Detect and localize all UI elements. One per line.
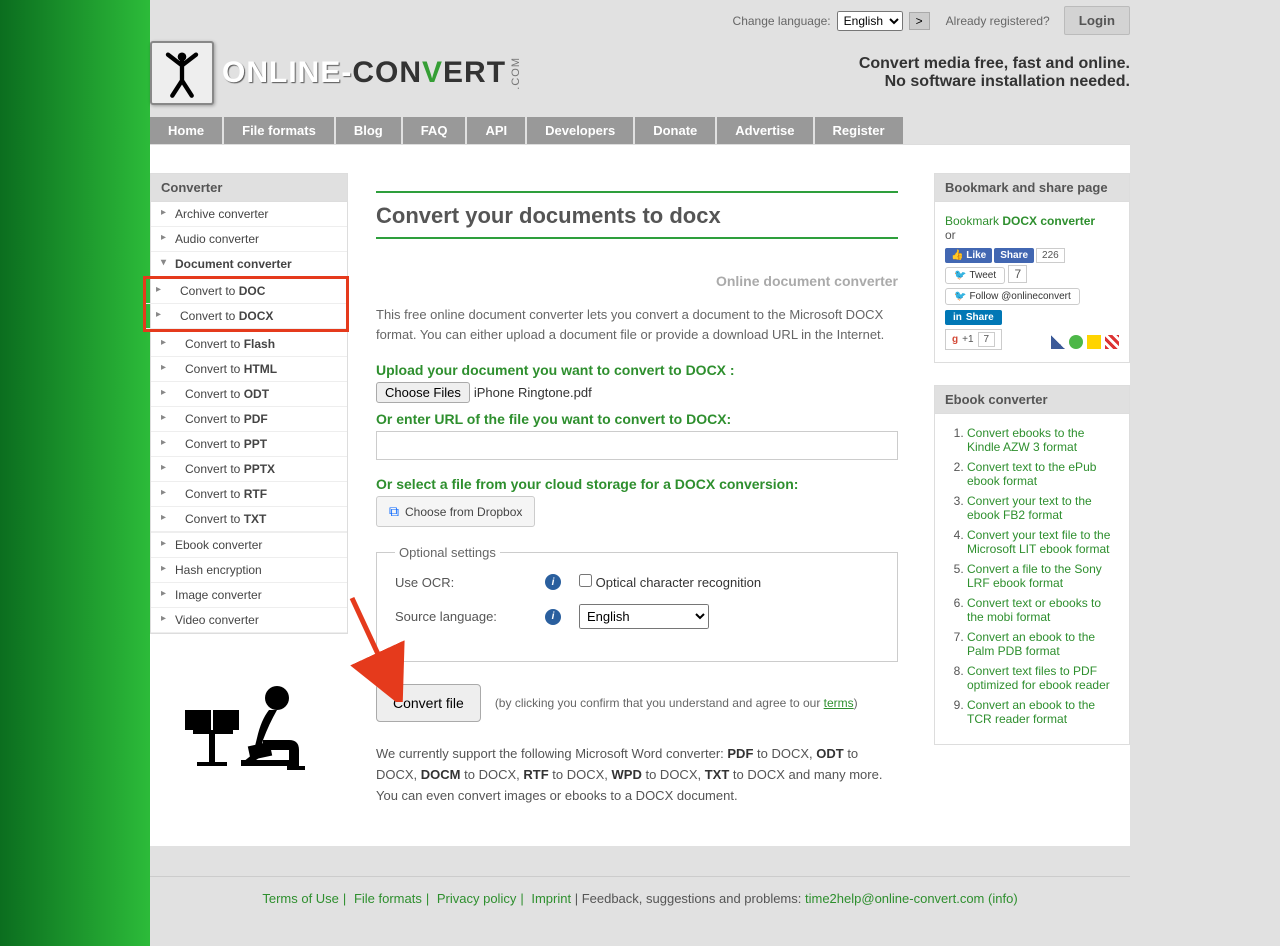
delicious-icon[interactable] [1051,335,1065,349]
nav-donate[interactable]: Donate [635,117,715,144]
terms-link[interactable]: terms [824,696,854,710]
nav-register[interactable]: Register [815,117,903,144]
convert-to-pptx[interactable]: Convert to PPTX [151,457,347,481]
dropbox-icon: ⧉ [389,503,399,520]
top-bar: Change language: English > Already regis… [150,0,1130,37]
main-nav: Home File formats Blog FAQ API Developer… [150,117,1130,144]
info-icon[interactable]: i [545,609,561,625]
convert-to-html[interactable]: Convert to HTML [151,357,347,381]
convert-to-pdf[interactable]: Convert to PDF [151,407,347,431]
login-button[interactable]: Login [1064,6,1130,35]
sidebar-item-ebook[interactable]: Ebook converter [151,533,347,557]
header-row: ONLINE-CONVERT .COM Convert media free, … [150,37,1130,117]
convert-to-odt[interactable]: Convert to ODT [151,382,347,406]
dropbox-button[interactable]: ⧉ Choose from Dropbox [376,496,535,527]
ebook-link[interactable]: Convert your text to the ebook FB2 forma… [967,494,1092,522]
optional-legend: Optional settings [395,545,500,560]
sidebar-item-hash[interactable]: Hash encryption [151,558,347,582]
upload-label: Upload your document you want to convert… [376,362,898,378]
ebook-converter-list: Convert ebooks to the Kindle AZW 3 forma… [945,426,1119,726]
choose-files-button[interactable]: Choose Files [376,382,470,403]
change-language-label: Change language: [733,14,831,28]
footer-terms[interactable]: Terms of Use [262,891,339,906]
nav-api[interactable]: API [467,117,525,144]
ebook-link[interactable]: Convert a file to the Sony LRF ebook for… [967,562,1102,590]
ebook-converter-title: Ebook converter [935,386,1129,414]
tagline: Convert media free, fast and online. No … [859,55,1130,91]
ebook-link[interactable]: Convert your text file to the Microsoft … [967,528,1110,556]
convert-to-doc[interactable]: Convert to DOC [146,279,346,303]
selected-filename: iPhone Ringtone.pdf [474,385,592,400]
footer-formats[interactable]: File formats [354,891,422,906]
source-language-select[interactable]: English [579,604,709,629]
convert-to-rtf[interactable]: Convert to RTF [151,482,347,506]
language-go-button[interactable]: > [909,12,930,30]
url-input[interactable] [376,431,898,460]
footer: Terms of Use| File formats| Privacy poli… [150,876,1130,946]
stumbleupon-icon[interactable] [1069,335,1083,349]
sidebar-illustration [150,654,348,784]
convert-to-docx[interactable]: Convert to DOCX [146,304,346,328]
url-label: Or enter URL of the file you want to con… [376,411,898,427]
nav-faq[interactable]: FAQ [403,117,466,144]
footer-info[interactable]: (info) [988,891,1018,906]
logo-icon [150,41,214,105]
site-logo[interactable]: ONLINE-CONVERT .COM [150,41,522,105]
annotation-highlight-box: Convert to DOC Convert to DOCX [143,276,349,332]
footer-imprint[interactable]: Imprint [531,891,571,906]
convert-to-ppt[interactable]: Convert to PPT [151,432,347,456]
ebook-link[interactable]: Convert an ebook to the TCR reader forma… [967,698,1095,726]
ebook-link[interactable]: Convert text files to PDF optimized for … [967,664,1110,692]
nav-advertise[interactable]: Advertise [717,117,812,144]
ocr-label: Use OCR: [395,575,545,590]
ebook-link[interactable]: Convert an ebook to the Palm PDB format [967,630,1095,658]
nav-blog[interactable]: Blog [336,117,401,144]
sidebar-title: Converter [151,174,347,202]
cloud-label: Or select a file from your cloud storage… [376,476,898,492]
social-icon[interactable] [1087,335,1101,349]
page-title: Convert your documents to docx [376,203,898,229]
supported-formats-text: We currently support the following Micro… [376,744,898,806]
convert-to-txt[interactable]: Convert to TXT [151,507,347,531]
optional-settings: Optional settings Use OCR: i Optical cha… [376,545,898,662]
convert-to-flash[interactable]: Convert to Flash [151,332,347,356]
nav-file-formats[interactable]: File formats [224,117,334,144]
ocr-checkbox[interactable] [579,574,592,587]
sidebar: Converter Archive converter Audio conver… [150,173,348,806]
convert-file-button[interactable]: Convert file [376,684,481,722]
sidebar-item-document[interactable]: Document converter [151,252,347,276]
google-plus-one[interactable]: g+1 7 [945,329,1002,350]
registered-label: Already registered? [946,14,1050,28]
twitter-follow[interactable]: 🐦Follow @onlineconvert [945,288,1080,305]
footer-email[interactable]: time2help@online-convert.com [805,891,984,906]
ocr-checkbox-label[interactable]: Optical character recognition [579,574,761,590]
nav-home[interactable]: Home [150,117,222,144]
bookmark-title: Bookmark and share page [935,174,1129,202]
sidebar-item-video[interactable]: Video converter [151,608,347,632]
nav-developers[interactable]: Developers [527,117,633,144]
right-column: Bookmark and share page Bookmark DOCX co… [934,173,1130,806]
sidebar-item-audio[interactable]: Audio converter [151,227,347,251]
info-icon[interactable]: i [545,574,561,590]
linkedin-share[interactable]: in Share [945,310,1002,325]
footer-privacy[interactable]: Privacy policy [437,891,516,906]
social-icon[interactable] [1105,335,1119,349]
main-content: Convert your documents to docx Online do… [376,173,906,806]
ebook-link[interactable]: Convert text to the ePub ebook format [967,460,1096,488]
bookmark-link[interactable]: Bookmark DOCX converter [945,214,1095,228]
language-select[interactable]: English [837,11,903,31]
page-description: This free online document converter lets… [376,305,898,344]
source-language-label: Source language: [395,609,545,624]
page-subtitle: Online document converter [376,273,898,289]
ebook-link[interactable]: Convert text or ebooks to the mobi forma… [967,596,1101,624]
sidebar-item-archive[interactable]: Archive converter [151,202,347,226]
confirm-text: (by clicking you confirm that you unders… [495,696,858,710]
sidebar-item-image[interactable]: Image converter [151,583,347,607]
twitter-tweet[interactable]: 🐦Tweet [945,267,1005,284]
facebook-like[interactable]: 👍 Like Share 226 [945,248,1119,263]
ebook-link[interactable]: Convert ebooks to the Kindle AZW 3 forma… [967,426,1084,454]
